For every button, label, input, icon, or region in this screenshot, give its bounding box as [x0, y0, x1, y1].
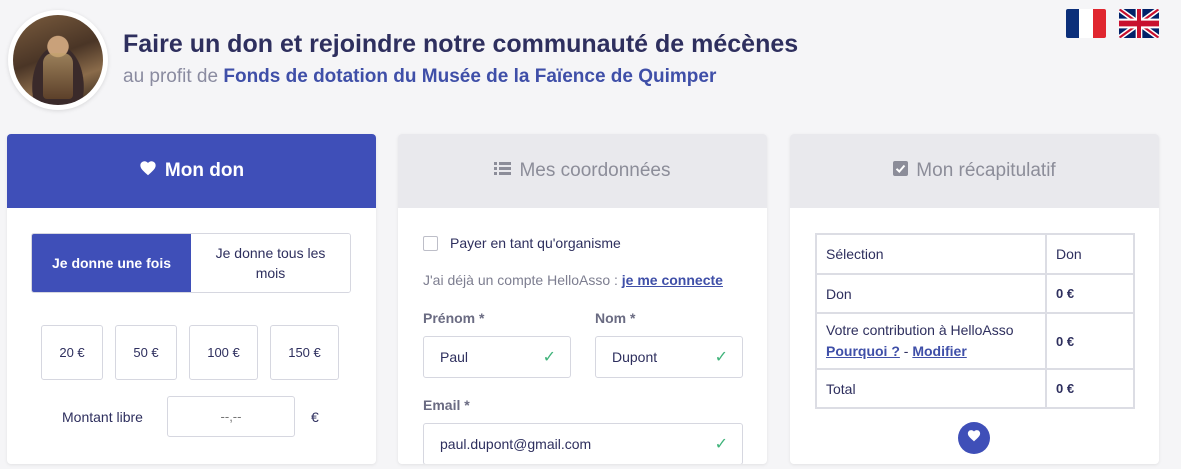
amount-150-button[interactable]: 150 € [270, 325, 339, 380]
email-label: Email * [423, 397, 470, 413]
step-don-header[interactable]: Mon don [7, 134, 376, 208]
organism-checkbox[interactable] [423, 235, 438, 251]
recap-card: Mon récapitulatif Sélection Don Don 0 € … [790, 134, 1159, 464]
heart-icon [967, 429, 981, 447]
check-icon: ✓ [714, 436, 728, 453]
lastname-value: Dupont [612, 349, 658, 365]
organism-checkbox-row[interactable]: Payer en tant qu'organisme [423, 235, 621, 251]
firstname-label: Prénom * [423, 310, 485, 326]
frequency-toggle: Je donne une fois Je donne tous les mois [31, 233, 351, 293]
frequency-monthly-button[interactable]: Je donne tous les mois [191, 234, 350, 292]
row-total-value: 0 € [1045, 368, 1135, 409]
free-amount-input[interactable] [167, 396, 295, 437]
lastname-field[interactable]: Dupont ✓ [595, 336, 743, 378]
why-link[interactable]: Pourquoi ? [826, 343, 900, 359]
free-amount-label: Montant libre [62, 409, 143, 425]
firstname-value: Paul [440, 349, 469, 365]
step-recap-label: Mon récapitulatif [916, 160, 1056, 181]
currency-symbol: € [311, 409, 319, 425]
flag-uk-icon[interactable] [1119, 9, 1159, 38]
table-row: Sélection Don [815, 233, 1135, 275]
step-recap-header[interactable]: Mon récapitulatif [790, 134, 1159, 208]
table-row: Total 0 € [815, 368, 1135, 409]
page-title: Faire un don et rejoindre notre communau… [123, 30, 799, 58]
heart-icon [139, 160, 157, 182]
row-don-label: Don [815, 273, 1047, 314]
step-coordonnees-label: Mes coordonnées [519, 160, 671, 181]
amount-20-button[interactable]: 20 € [41, 325, 103, 380]
table-row: Don 0 € [815, 273, 1135, 314]
table-row: Votre contribution à HelloAsso Pourquoi … [815, 312, 1135, 370]
organism-checkbox-label: Payer en tant qu'organisme [450, 235, 621, 251]
flag-fr-icon[interactable] [1066, 9, 1106, 38]
login-link[interactable]: je me connecte [622, 272, 723, 288]
page-subtitle: au profit de Fonds de dotation du Musée … [123, 66, 716, 88]
subtitle-prefix: au profit de [123, 66, 219, 87]
frequency-once-button[interactable]: Je donne une fois [32, 234, 191, 292]
step-don-label: Mon don [164, 160, 245, 181]
row-total-label: Total [815, 368, 1047, 409]
account-prompt: J'ai déjà un compte HelloAsso : je me co… [423, 272, 723, 288]
row-contribution: Votre contribution à HelloAsso Pourquoi … [815, 312, 1047, 370]
row-contrib-value: 0 € [1045, 312, 1135, 370]
organization-name: Fonds de dotation du Musée de la Faïence… [223, 66, 717, 87]
lastname-label: Nom * [595, 310, 636, 326]
check-square-icon [893, 160, 909, 182]
check-icon: ✓ [714, 349, 728, 366]
avatar-image [13, 15, 103, 105]
amount-100-button[interactable]: 100 € [189, 325, 258, 380]
amount-50-button[interactable]: 50 € [115, 325, 177, 380]
coordinates-card: Mes coordonnées Payer en tant qu'organis… [398, 134, 767, 464]
firstname-field[interactable]: Paul ✓ [423, 336, 571, 378]
link-separator: - [903, 343, 909, 359]
col-don: Don [1045, 233, 1135, 275]
email-field[interactable]: paul.dupont@gmail.com ✓ [423, 423, 743, 464]
col-selection: Sélection [815, 233, 1047, 275]
check-icon: ✓ [542, 349, 556, 366]
row-contrib-label: Votre contribution à HelloAsso [826, 322, 1014, 338]
row-don-value: 0 € [1045, 273, 1135, 314]
step-coordonnees-header[interactable]: Mes coordonnées [398, 134, 767, 208]
list-icon [494, 160, 512, 182]
account-text: J'ai déjà un compte HelloAsso : [423, 272, 618, 288]
modify-link[interactable]: Modifier [912, 343, 966, 359]
email-value: paul.dupont@gmail.com [440, 436, 592, 452]
heart-button[interactable] [958, 422, 990, 454]
donation-card: Mon don Je donne une fois Je donne tous … [7, 134, 376, 464]
recap-table: Sélection Don Don 0 € Votre contribution… [815, 233, 1135, 409]
organization-avatar [8, 10, 108, 110]
